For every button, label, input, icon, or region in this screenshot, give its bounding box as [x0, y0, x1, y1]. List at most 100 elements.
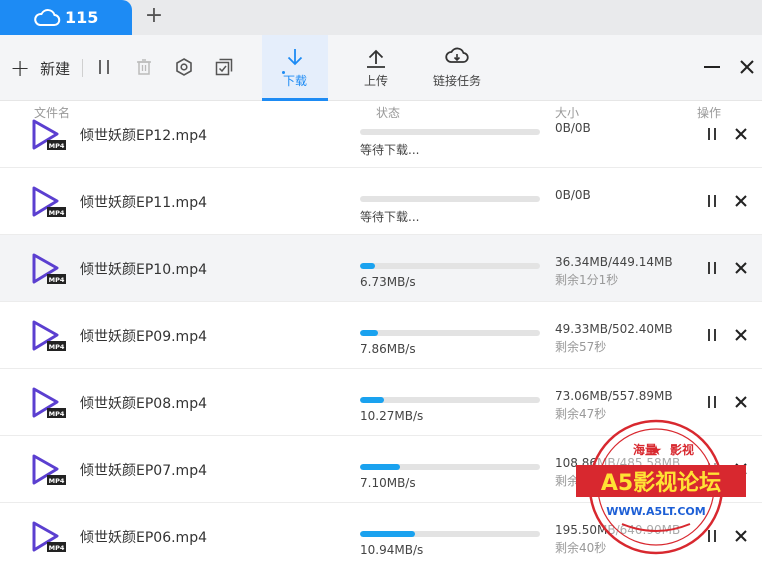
progress-fill: [360, 263, 375, 269]
pause-icon[interactable]: [705, 395, 719, 409]
column-header-size[interactable]: 大小: [555, 104, 579, 121]
cloud-download-icon: [445, 47, 469, 63]
progress-fill: [360, 464, 401, 470]
settings-icon[interactable]: [174, 57, 194, 77]
tab-download[interactable]: 下载: [262, 35, 328, 101]
download-row[interactable]: MP4 倾世妖颜EP10.mp4 6.73MB/s 36.34MB/449.14MB 剩…: [0, 235, 762, 302]
file-size: 36.34MB/449.14MB: [555, 255, 673, 269]
remove-icon[interactable]: [734, 194, 748, 208]
new-button[interactable]: + 新建: [10, 55, 70, 81]
column-header-actions: 操作: [697, 106, 722, 120]
file-size: 49.33MB/502.40MB: [555, 322, 673, 336]
transfer-status: 10.27MB/s: [360, 409, 424, 423]
svg-text:MP4: MP4: [49, 209, 65, 217]
download-row[interactable]: MP4 倾世妖颜EP08.mp4 10.27MB/s 73.06MB/557.89MB…: [0, 369, 762, 436]
tab-download-label: 下载: [282, 74, 307, 88]
svg-text:MP4: MP4: [49, 343, 65, 351]
cloud-icon: [34, 8, 61, 26]
pause-icon[interactable]: [705, 529, 719, 543]
download-row[interactable]: MP4 倾世妖颜EP11.mp4 等待下载... 0B/0B: [0, 168, 762, 235]
file-name: 倾世妖颜EP11.mp4: [80, 195, 207, 211]
file-size: 0B/0B: [555, 188, 591, 202]
minimize-icon[interactable]: [702, 57, 722, 77]
select-all-icon[interactable]: [214, 57, 234, 77]
pause-icon[interactable]: [705, 261, 719, 275]
time-remaining: 剩余47秒: [555, 407, 607, 421]
new-button-label: 新建: [40, 59, 71, 78]
progress-bar: [360, 196, 540, 202]
tab-115[interactable]: 115: [0, 0, 132, 35]
close-icon[interactable]: [737, 57, 757, 77]
remove-icon[interactable]: [734, 462, 748, 476]
upload-arrow-icon: [367, 49, 385, 68]
remove-icon[interactable]: [734, 328, 748, 342]
download-arrow-icon: [287, 49, 303, 66]
tab-upload[interactable]: 上传: [343, 35, 409, 101]
progress-bar: [360, 330, 540, 336]
file-name: 倾世妖颜EP10.mp4: [80, 262, 207, 278]
tab-title: 115: [65, 8, 99, 27]
trash-icon[interactable]: [134, 57, 154, 77]
mp4-file-icon: MP4: [32, 320, 66, 351]
download-list: MP4 倾世妖颜EP12.mp4 等待下载... 0B/0B MP4 倾世妖颜EP11.m…: [0, 102, 762, 567]
pause-icon[interactable]: [705, 328, 719, 342]
progress-bar: [360, 531, 540, 537]
file-name: 倾世妖颜EP07.mp4: [80, 463, 207, 479]
file-size: 195.50MB/640.90MB: [555, 523, 681, 537]
svg-text:MP4: MP4: [49, 477, 65, 485]
transfer-status: 10.94MB/s: [360, 543, 424, 557]
pause-icon[interactable]: [705, 194, 719, 208]
tab-link-task-label: 链接任务: [432, 74, 481, 88]
svg-text:MP4: MP4: [49, 544, 65, 552]
progress-fill: [360, 330, 378, 336]
column-header-status[interactable]: 状态: [376, 104, 400, 121]
transfer-status: 6.73MB/s: [360, 275, 416, 289]
activity-dot: [282, 71, 285, 74]
progress-bar: [360, 263, 540, 269]
download-row[interactable]: MP4 倾世妖颜EP09.mp4 7.86MB/s 49.33MB/502.40MB 剩…: [0, 302, 762, 369]
progress-fill: [360, 531, 415, 537]
file-size: 108.86MB/485.58MB: [555, 456, 681, 470]
pause-icon[interactable]: [705, 127, 719, 141]
transfer-status: 7.10MB/s: [360, 476, 416, 490]
progress-bar: [360, 397, 540, 403]
progress-bar: [360, 464, 540, 470]
file-name: 倾世妖颜EP12.mp4: [80, 128, 207, 144]
download-row[interactable]: MP4 倾世妖颜EP06.mp4 10.94MB/s 195.50MB/640.90M…: [0, 503, 762, 567]
tab-link-task[interactable]: 链接任务: [424, 35, 490, 101]
mp4-file-icon: MP4: [32, 119, 66, 150]
column-header-name[interactable]: 文件名: [34, 104, 70, 121]
mp4-file-icon: MP4: [32, 387, 66, 418]
mp4-file-icon: MP4: [32, 454, 66, 485]
time-remaining: 剩余53秒: [555, 474, 607, 488]
plus-icon: +: [10, 54, 31, 82]
new-tab-button[interactable]: +: [144, 5, 164, 27]
pause-all-icon[interactable]: [94, 57, 114, 77]
progress-fill: [360, 397, 384, 403]
time-remaining: 剩余57秒: [555, 340, 607, 354]
tab-upload-label: 上传: [363, 74, 388, 88]
remove-icon[interactable]: [734, 261, 748, 275]
file-size: 73.06MB/557.89MB: [555, 389, 673, 403]
mp4-file-icon: MP4: [32, 186, 66, 217]
tab-strip: 115 +: [0, 0, 762, 35]
time-remaining: 剩余1分1秒: [555, 273, 619, 287]
file-name: 倾世妖颜EP08.mp4: [80, 396, 207, 412]
file-name: 倾世妖颜EP06.mp4: [80, 530, 207, 546]
divider: [82, 59, 83, 77]
remove-icon[interactable]: [734, 127, 748, 141]
transfer-status: 等待下载...: [360, 143, 420, 157]
file-name: 倾世妖颜EP09.mp4: [80, 329, 207, 345]
svg-text:MP4: MP4: [49, 142, 65, 150]
transfer-status: 7.86MB/s: [360, 342, 416, 356]
toolbar: + 新建 下载 上传 链接任务: [0, 35, 762, 101]
progress-bar: [360, 129, 540, 135]
pause-icon[interactable]: [705, 462, 719, 476]
svg-text:MP4: MP4: [49, 410, 65, 418]
remove-icon[interactable]: [734, 529, 748, 543]
time-remaining: 剩余40秒: [555, 541, 607, 555]
remove-icon[interactable]: [734, 395, 748, 409]
mp4-file-icon: MP4: [32, 253, 66, 284]
download-row[interactable]: MP4 倾世妖颜EP07.mp4 7.10MB/s 108.86MB/485.58MB…: [0, 436, 762, 503]
file-size: 0B/0B: [555, 121, 591, 135]
